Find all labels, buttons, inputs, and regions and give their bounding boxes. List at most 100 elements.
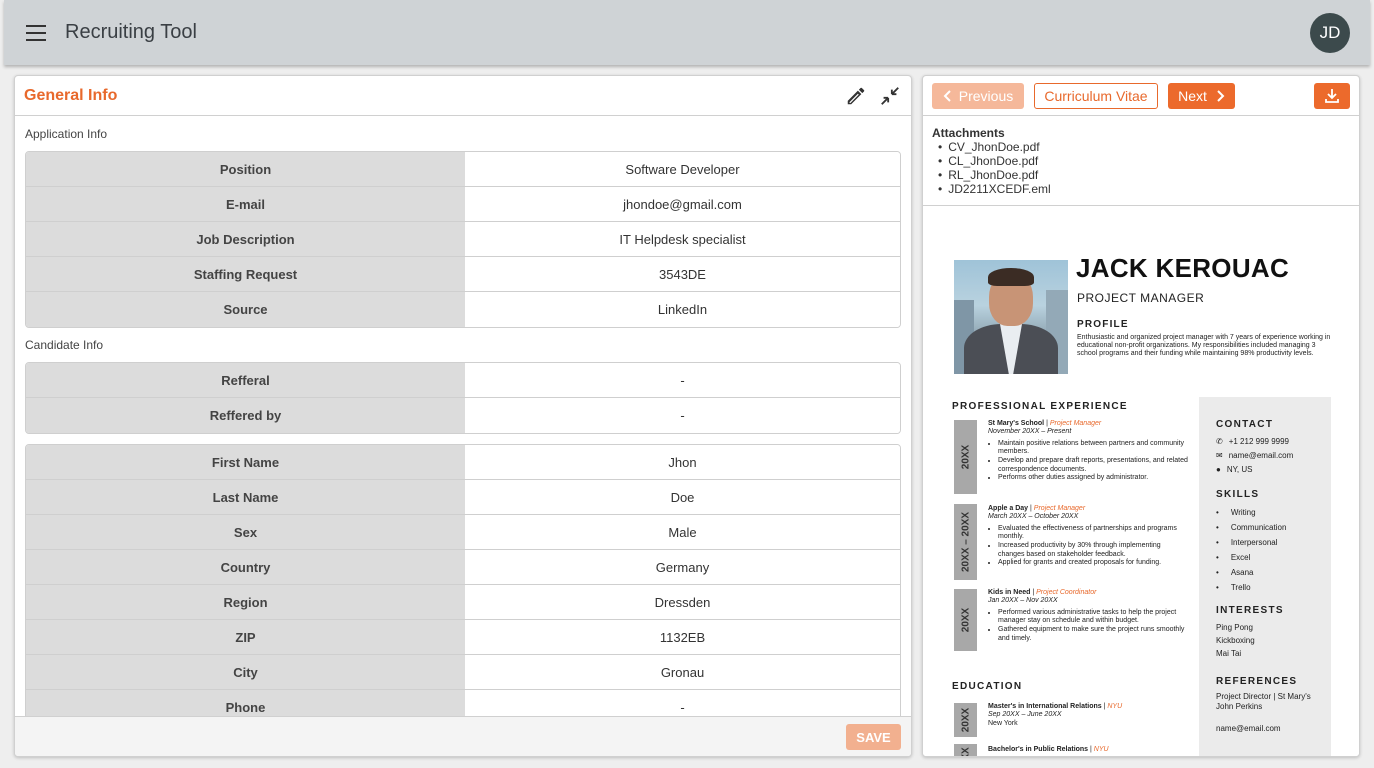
cv-job-bullet: Performs other duties assigned by admini…	[998, 474, 1188, 482]
app-header: Recruiting Tool JD	[4, 0, 1370, 65]
menu-icon[interactable]	[26, 24, 46, 41]
list-item: Kickboxing	[1216, 636, 1255, 645]
cv-reference-role: Project Director | St Mary's	[1216, 692, 1311, 701]
list-item: Trello	[1216, 580, 1331, 595]
cv-education-heading: EDUCATION	[952, 681, 1023, 692]
cv-job-bullet: Increased productivity by 30% through im…	[998, 542, 1188, 559]
field-label: E-mail	[26, 187, 465, 221]
cv-document-preview[interactable]: JACK KEROUAC PROJECT MANAGER PROFILE Ent…	[923, 207, 1359, 756]
table-row: Position Software Developer	[26, 152, 900, 187]
cv-year: 20XX – 20XX	[960, 511, 971, 573]
field-value: 3543DE	[465, 257, 900, 291]
cv-edu-place: New York	[988, 719, 1018, 727]
location-pin-icon: ●	[1216, 465, 1221, 474]
field-value: -	[465, 690, 900, 716]
field-value: -	[465, 398, 900, 433]
cv-profile-heading: PROFILE	[1077, 319, 1129, 330]
cv-year-bar: 20XX	[954, 420, 977, 494]
cv-job-entry: St Mary's School | Project Manager Novem…	[988, 420, 1188, 483]
field-label: ZIP	[26, 620, 465, 654]
table-row: Reffered by -	[26, 398, 900, 433]
cv-reference-name: John Perkins	[1216, 702, 1263, 711]
field-value: Dressden	[465, 585, 900, 619]
cv-job-bullet: Applied for grants and created proposals…	[998, 559, 1188, 567]
general-info-content[interactable]: Application Info Position Software Develo…	[15, 117, 911, 716]
cv-job-dates: Jan 20XX – Nov 20XX	[988, 597, 1058, 605]
cv-job-bullet: Evaluated the effectiveness of partnersh…	[998, 525, 1188, 542]
field-value: -	[465, 363, 900, 397]
field-label: Reffered by	[26, 398, 465, 433]
cv-year-bar: 20XX – 20XX	[954, 504, 977, 580]
table-row: First Name Jhon	[26, 445, 900, 480]
field-value: Male	[465, 515, 900, 549]
cv-job-dates: March 20XX – October 20XX	[988, 513, 1079, 521]
cv-contact-heading: CONTACT	[1216, 419, 1274, 430]
attachment-link[interactable]: CL_JhonDoe.pdf	[932, 154, 1350, 168]
cv-job-entry: Kids in Need | Project Coordinator Jan 2…	[988, 589, 1188, 643]
previous-button[interactable]: Previous	[932, 83, 1024, 109]
cv-year-bar: XX	[954, 744, 977, 756]
general-info-panel: General Info Application Info Position So…	[14, 75, 912, 757]
field-label: Country	[26, 550, 465, 584]
table-row: Region Dressden	[26, 585, 900, 620]
viewer-toolbar: Previous Curriculum Vitae Next	[923, 76, 1359, 116]
cv-education-entry: Bachelor's in Public Relations | NYU	[988, 746, 1109, 753]
cv-interests-heading: INTERESTS	[1216, 605, 1284, 616]
cv-year: 20XX	[960, 444, 971, 470]
attachment-link[interactable]: JD2211XCEDF.eml	[932, 182, 1350, 196]
cv-job-role: Project Manager	[1049, 420, 1102, 427]
phone-icon: ✆	[1216, 437, 1223, 446]
cv-year: XX	[960, 747, 971, 756]
table-row: ZIP 1132EB	[26, 620, 900, 655]
cv-location: NY, US	[1226, 465, 1253, 474]
field-value: Doe	[465, 480, 900, 514]
field-value: IT Helpdesk specialist	[465, 222, 900, 256]
field-label: Staffing Request	[26, 257, 465, 291]
document-select-button[interactable]: Curriculum Vitae	[1034, 83, 1158, 109]
field-label: City	[26, 655, 465, 689]
table-row: Source LinkedIn	[26, 292, 900, 327]
panel-header: General Info	[15, 76, 911, 116]
cv-education-entry: Master's in International Relations | NY…	[988, 703, 1188, 728]
mail-icon: ✉	[1216, 451, 1223, 460]
cv-edu-dates: Sep 20XX – June 20XX	[988, 711, 1062, 719]
chevron-right-icon	[1217, 90, 1225, 102]
attachments-section: Attachments CV_JhonDoe.pdf CL_JhonDoe.pd…	[923, 116, 1359, 206]
list-item: Asana	[1216, 565, 1331, 580]
cv-job-org: Kids in Need	[988, 589, 1031, 596]
list-item: Writing	[1216, 505, 1331, 520]
cv-job-entry: Apple a Day | Project Manager March 20XX…	[988, 505, 1188, 568]
next-label: Next	[1178, 88, 1207, 104]
list-item: Excel	[1216, 550, 1331, 565]
attachment-link[interactable]: RL_JhonDoe.pdf	[932, 168, 1350, 182]
table-row: Last Name Doe	[26, 480, 900, 515]
cv-phone: +1 212 999 9999	[1228, 437, 1289, 446]
cv-job-role: Project Manager	[1033, 505, 1086, 512]
save-button[interactable]: SAVE	[846, 724, 901, 750]
cv-degree: Master's in International Relations	[988, 703, 1102, 710]
cv-year-bar: 20XX	[954, 589, 977, 651]
field-label: Refferal	[26, 363, 465, 397]
field-label: Position	[26, 152, 465, 186]
collapse-icon[interactable]	[879, 85, 901, 107]
cv-role: PROJECT MANAGER	[1077, 291, 1205, 305]
list-item: Communication	[1216, 520, 1331, 535]
field-label: First Name	[26, 445, 465, 479]
table-row: Sex Male	[26, 515, 900, 550]
table-row: Phone -	[26, 690, 900, 716]
download-button[interactable]	[1314, 83, 1350, 109]
field-value: Gronau	[465, 655, 900, 689]
cv-profile-text: Enthusiastic and organized project manag…	[1077, 334, 1331, 357]
cv-references-heading: REFERENCES	[1216, 676, 1298, 687]
field-label: Sex	[26, 515, 465, 549]
edit-pencil-icon[interactable]	[845, 85, 867, 107]
cv-job-role: Project Coordinator	[1036, 589, 1097, 596]
attachment-link[interactable]: CV_JhonDoe.pdf	[932, 140, 1350, 154]
user-avatar[interactable]: JD	[1310, 13, 1350, 53]
cv-year: 20XX	[960, 607, 971, 633]
cv-reference-email: name@email.com	[1216, 724, 1281, 733]
next-button[interactable]: Next	[1168, 83, 1235, 109]
referral-table: Refferal - Reffered by -	[25, 362, 901, 434]
table-row: City Gronau	[26, 655, 900, 690]
field-label: Job Description	[26, 222, 465, 256]
